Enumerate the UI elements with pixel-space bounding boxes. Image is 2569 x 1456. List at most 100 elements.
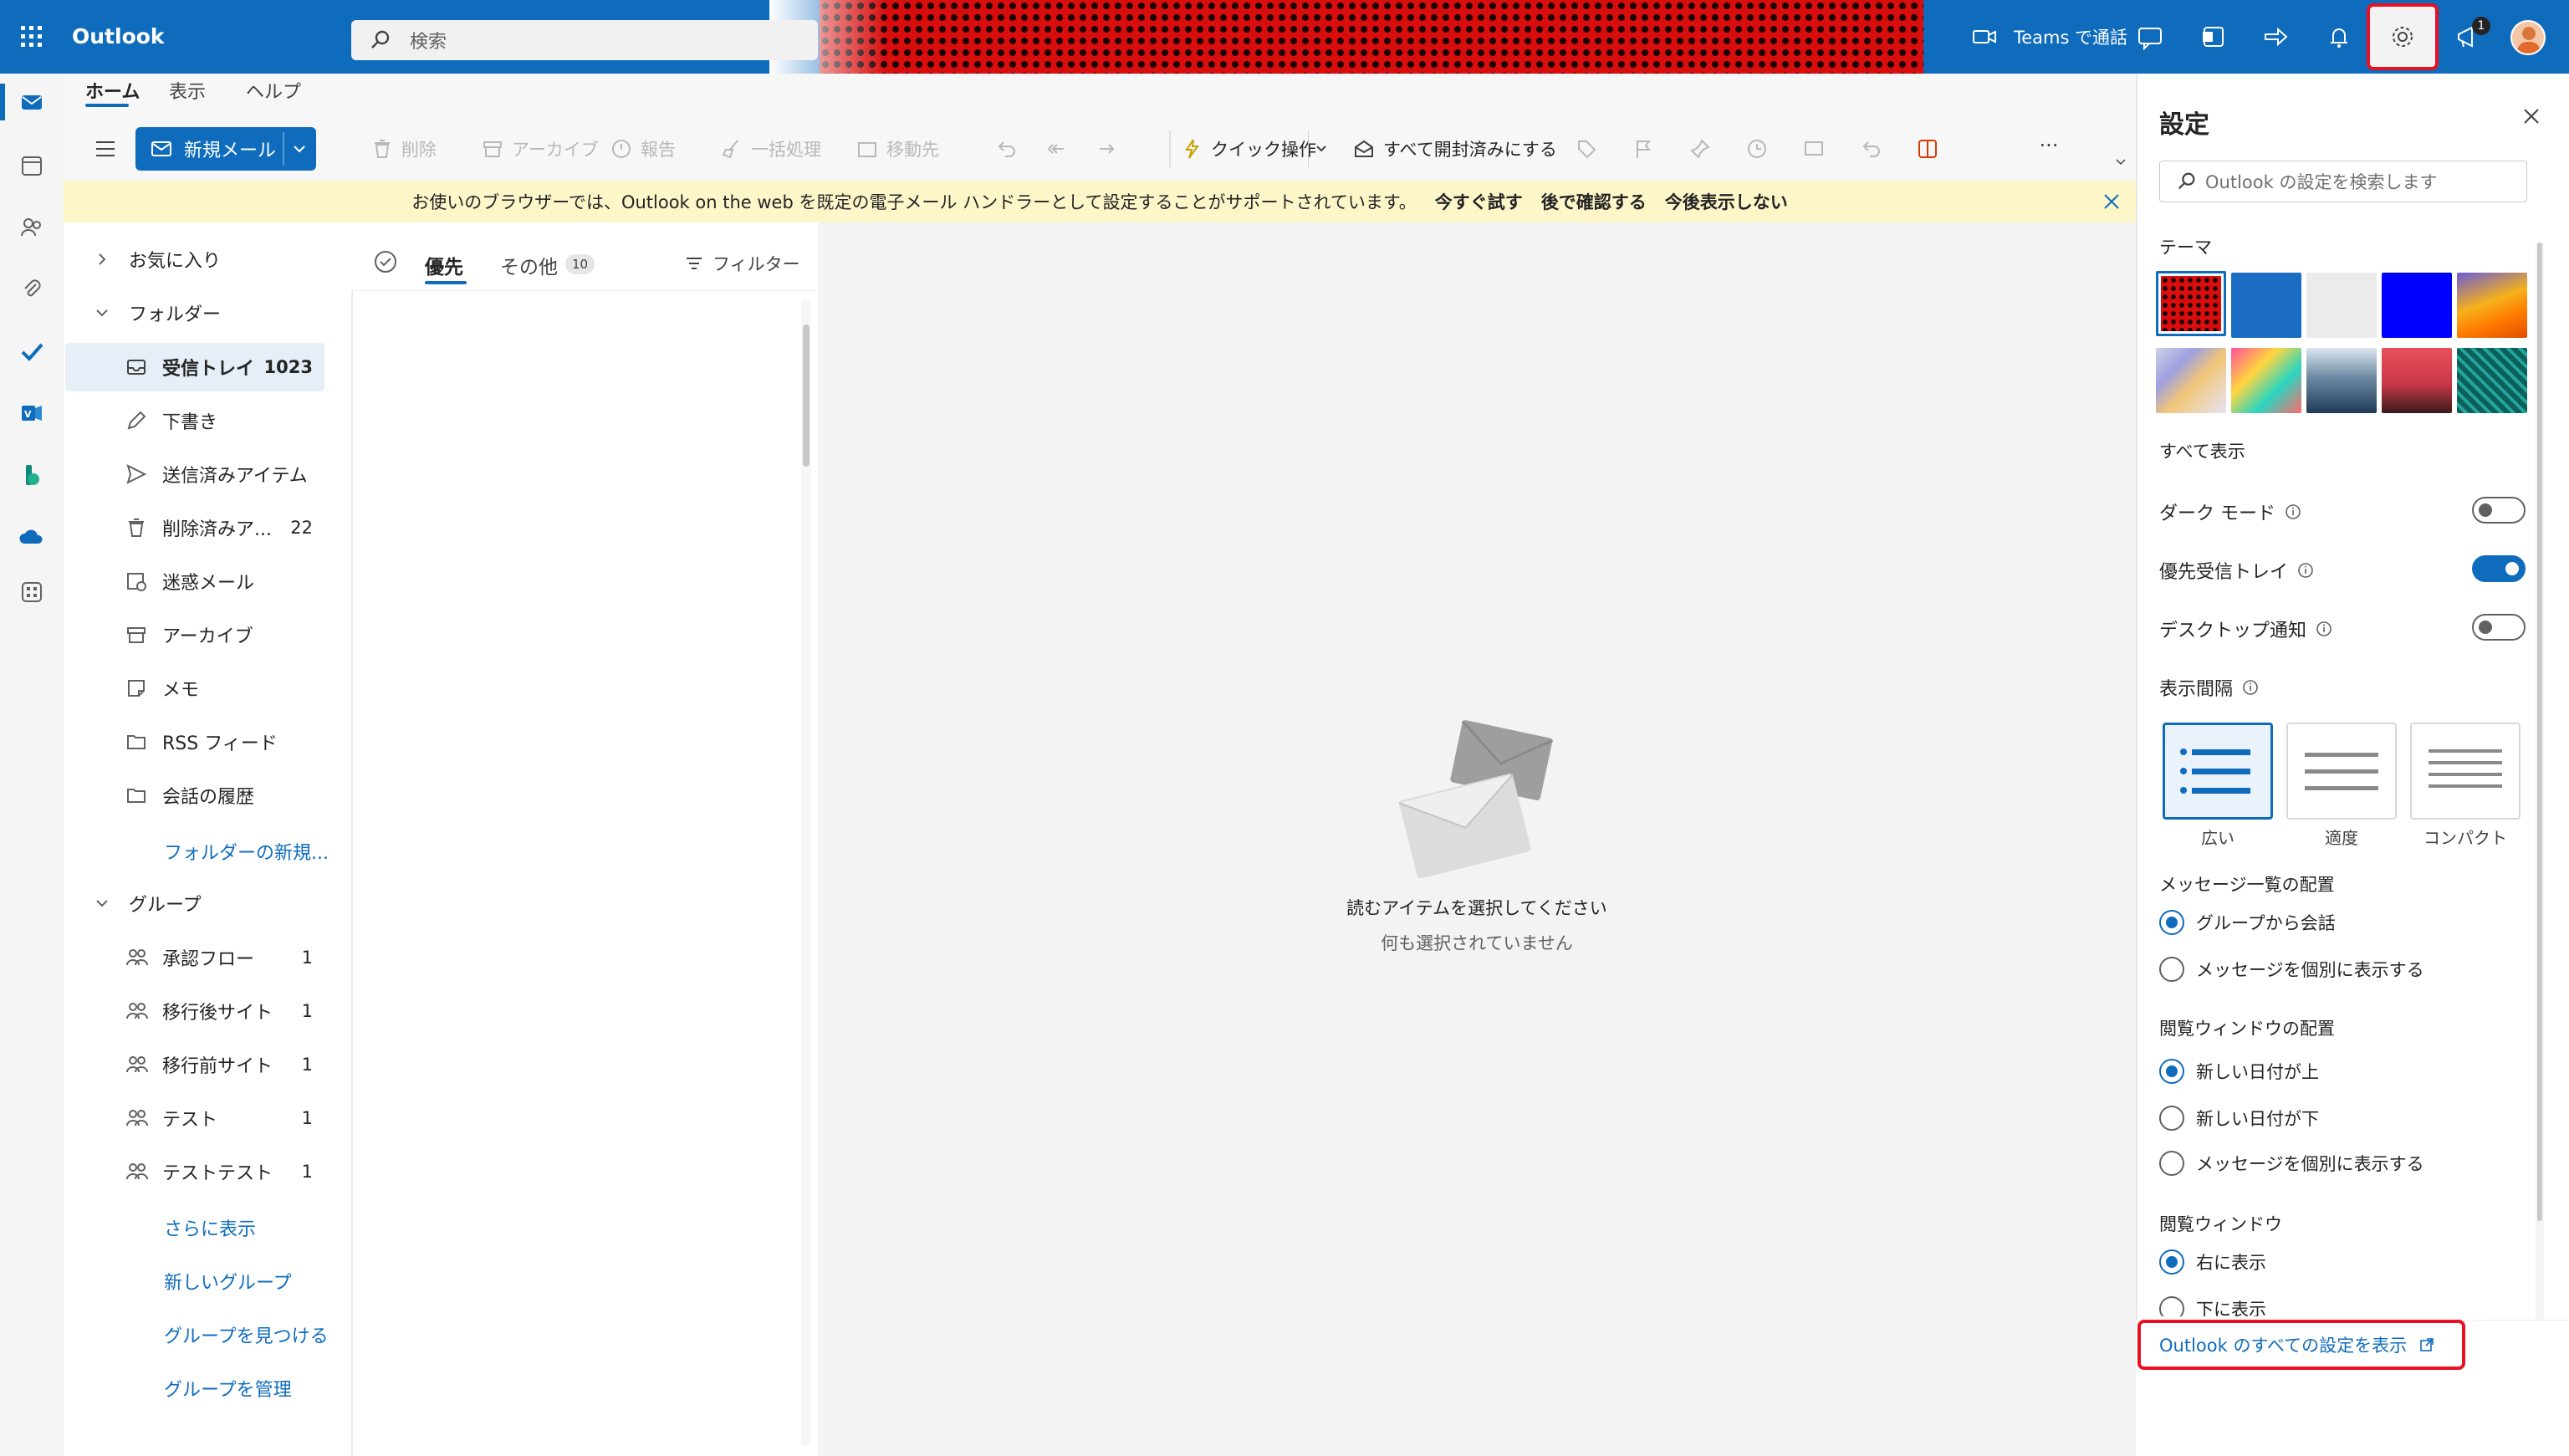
info-icon[interactable]: [2315, 620, 2333, 638]
clock-icon[interactable]: [1746, 138, 1768, 160]
search-box[interactable]: 検索: [351, 20, 818, 60]
reading-order-newest-bottom[interactable]: 新しい日付が下: [2159, 1106, 2319, 1131]
rail-calendar[interactable]: [15, 149, 49, 182]
reading-order-newest-top[interactable]: 新しい日付が上: [2159, 1059, 2319, 1084]
folder-junk[interactable]: 迷惑メール: [65, 557, 324, 605]
show-more-link[interactable]: さらに表示: [164, 1214, 256, 1241]
tab-other[interactable]: その他: [500, 251, 558, 279]
delete-button[interactable]: 削除: [371, 134, 437, 164]
show-all-themes-link[interactable]: すべて表示: [2159, 438, 2245, 463]
conversation-option-individual[interactable]: メッセージを個別に表示する: [2159, 957, 2424, 982]
theme-swatch[interactable]: [2382, 273, 2452, 338]
theme-swatch[interactable]: [2156, 348, 2226, 413]
undo-icon[interactable]: [1860, 138, 1882, 160]
apps-icon[interactable]: [1917, 138, 1938, 160]
archive-button[interactable]: アーカイブ: [482, 134, 599, 164]
rules-icon[interactable]: [1803, 138, 1825, 160]
rail-todo[interactable]: [15, 335, 49, 368]
rail-more-apps[interactable]: [15, 575, 49, 609]
settings-scrollbar-thumb[interactable]: [2537, 243, 2542, 1221]
focused-inbox-toggle[interactable]: [2472, 555, 2526, 582]
group-item[interactable]: 移行前サイト 1: [65, 1040, 324, 1089]
theme-swatch[interactable]: [2306, 348, 2377, 413]
density-option-compact[interactable]: [2410, 723, 2520, 820]
density-option-cozy[interactable]: [2286, 723, 2397, 820]
settings-button[interactable]: [2367, 3, 2439, 70]
theme-swatch[interactable]: [2231, 348, 2301, 413]
my-day-button[interactable]: [2256, 0, 2295, 74]
desktop-notifications-toggle[interactable]: [2472, 614, 2526, 641]
folder-archive[interactable]: アーカイブ: [65, 610, 324, 659]
theme-swatch[interactable]: [2382, 348, 2452, 413]
theme-swatch-selected[interactable]: [2156, 271, 2226, 336]
avatar[interactable]: [2510, 20, 2546, 55]
rail-viva[interactable]: V: [15, 396, 49, 430]
more-options-button[interactable]: ···: [2034, 134, 2064, 164]
pin-icon[interactable]: [1689, 138, 1711, 160]
folder-inbox[interactable]: 受信トレイ 1023: [65, 343, 324, 391]
chat-button[interactable]: [2131, 0, 2169, 74]
rail-files[interactable]: [15, 273, 49, 306]
quick-steps-button[interactable]: クイック操作: [1181, 134, 1316, 164]
find-group-link[interactable]: グループを見つける: [164, 1321, 329, 1348]
mark-all-read-button[interactable]: すべて開封済みにする: [1353, 134, 1557, 164]
reading-pane-right[interactable]: 右に表示: [2159, 1249, 2266, 1275]
view-all-settings-link[interactable]: Outlook のすべての設定を表示: [2137, 1320, 2465, 1370]
undo-icon[interactable]: [995, 138, 1017, 160]
reply-all-icon[interactable]: [1045, 138, 1067, 160]
whats-new-button[interactable]: 1: [2449, 0, 2490, 74]
dont-show-link[interactable]: 今後表示しない: [1665, 189, 1788, 214]
infobar-close-button[interactable]: [2101, 191, 2126, 216]
tag-icon[interactable]: [1576, 138, 1597, 160]
tab-home[interactable]: ホーム: [85, 77, 140, 104]
try-now-link[interactable]: 今すぐ試す: [1435, 189, 1523, 214]
list-scrollbar[interactable]: [801, 299, 811, 1445]
forward-icon[interactable]: [1096, 138, 1117, 160]
theme-swatch[interactable]: [2457, 273, 2527, 338]
folder-sent[interactable]: 送信済みアイテム: [65, 450, 324, 498]
new-group-link[interactable]: 新しいグループ: [164, 1268, 292, 1295]
rail-bookings[interactable]: [15, 458, 49, 492]
list-scrollbar-thumb[interactable]: [803, 324, 810, 467]
manage-groups-link[interactable]: グループを管理: [164, 1375, 292, 1402]
quick-steps-dropdown[interactable]: [1308, 130, 1333, 167]
select-all-checkbox[interactable]: [373, 249, 400, 276]
group-item[interactable]: 承認フロー 1: [65, 933, 324, 982]
groups-header[interactable]: グループ: [94, 890, 202, 917]
tab-view[interactable]: 表示: [169, 77, 206, 104]
sweep-button[interactable]: 一括処理: [721, 134, 821, 164]
collapse-pane-button[interactable]: [94, 134, 124, 164]
later-link[interactable]: 後で確認する: [1541, 189, 1647, 214]
new-mail-button[interactable]: 新規メール: [135, 127, 316, 171]
folder-drafts[interactable]: 下書き: [65, 396, 324, 445]
conversation-option-grouped[interactable]: グループから会話: [2159, 910, 2336, 935]
group-item[interactable]: 移行後サイト 1: [65, 987, 324, 1035]
tab-help[interactable]: ヘルプ: [246, 77, 301, 104]
folder-notes[interactable]: メモ: [65, 664, 324, 713]
theme-swatch[interactable]: [2231, 273, 2301, 338]
reading-pane-bottom[interactable]: 下に表示: [2159, 1296, 2266, 1316]
folder-conversation-history[interactable]: 会話の履歴: [65, 771, 324, 820]
office-app-button[interactable]: [2194, 0, 2233, 74]
settings-close-button[interactable]: [2520, 105, 2546, 130]
filter-button[interactable]: フィルター: [684, 251, 800, 276]
info-icon[interactable]: [2284, 503, 2302, 521]
app-title[interactable]: Outlook: [72, 0, 165, 74]
folder-deleted[interactable]: 削除済みア... 22: [65, 503, 324, 552]
folder-rss[interactable]: RSS フィード: [65, 718, 324, 766]
settings-scrollbar[interactable]: [2536, 243, 2544, 1321]
move-to-button[interactable]: 移動先: [856, 134, 939, 164]
new-folder-link[interactable]: フォルダーの新規...: [164, 838, 329, 865]
info-icon[interactable]: [2296, 561, 2315, 580]
ribbon-expand-button[interactable]: [2114, 156, 2131, 172]
settings-search-input[interactable]: Outlook の設定を検索します: [2159, 161, 2527, 202]
theme-swatch[interactable]: [2457, 348, 2527, 413]
group-item[interactable]: テスト 1: [65, 1094, 324, 1142]
reading-order-individual[interactable]: メッセージを個別に表示する: [2159, 1151, 2424, 1176]
chevron-down-icon[interactable]: [291, 140, 308, 157]
theme-swatch[interactable]: [2306, 273, 2377, 338]
notifications-button[interactable]: [2320, 0, 2358, 74]
favorites-header[interactable]: お気に入り: [94, 246, 221, 273]
app-launcher-button[interactable]: [0, 0, 64, 74]
rail-onedrive[interactable]: [15, 520, 49, 554]
